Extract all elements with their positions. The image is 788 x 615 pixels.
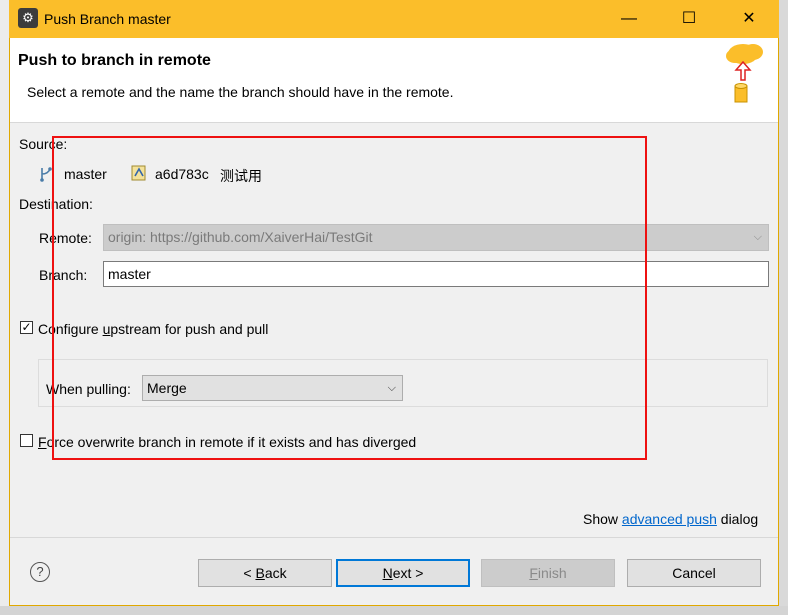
maximize-icon: ☐ <box>681 10 697 27</box>
advanced-push-text: Show advanced push dialog <box>583 511 759 527</box>
wizard-header <box>10 38 778 123</box>
page-title: Push to branch in remote <box>18 52 211 69</box>
close-button[interactable]: ✕ <box>726 0 772 38</box>
background-ide-bottom <box>0 606 788 615</box>
force-overwrite-checkbox[interactable] <box>20 434 33 447</box>
minimize-icon: — <box>621 10 637 27</box>
eclipse-app-icon: ⚙ <box>18 8 38 28</box>
help-button[interactable]: ? <box>30 562 50 582</box>
advanced-push-link[interactable]: advanced push <box>622 511 717 527</box>
minimize-button[interactable]: — <box>606 0 652 38</box>
next-button[interactable]: Next > <box>336 559 470 587</box>
cancel-button[interactable]: Cancel <box>627 559 761 587</box>
background-ide-right <box>779 0 788 615</box>
maximize-button[interactable]: ☐ <box>666 0 712 38</box>
page-description: Select a remote and the name the branch … <box>27 84 454 100</box>
push-to-cloud-icon <box>726 44 763 103</box>
window-title: Push Branch master <box>44 11 171 27</box>
finish-button[interactable]: Finish <box>481 559 615 587</box>
chevron-down-icon: ⌵ <box>753 231 762 243</box>
configure-upstream-checkbox[interactable]: ✓ <box>20 321 33 334</box>
annotation-highlight-box <box>52 136 647 460</box>
help-icon: ? <box>36 564 44 579</box>
footer-separator <box>10 537 778 538</box>
back-button[interactable]: < Back <box>198 559 332 587</box>
close-icon: ✕ <box>742 10 756 27</box>
